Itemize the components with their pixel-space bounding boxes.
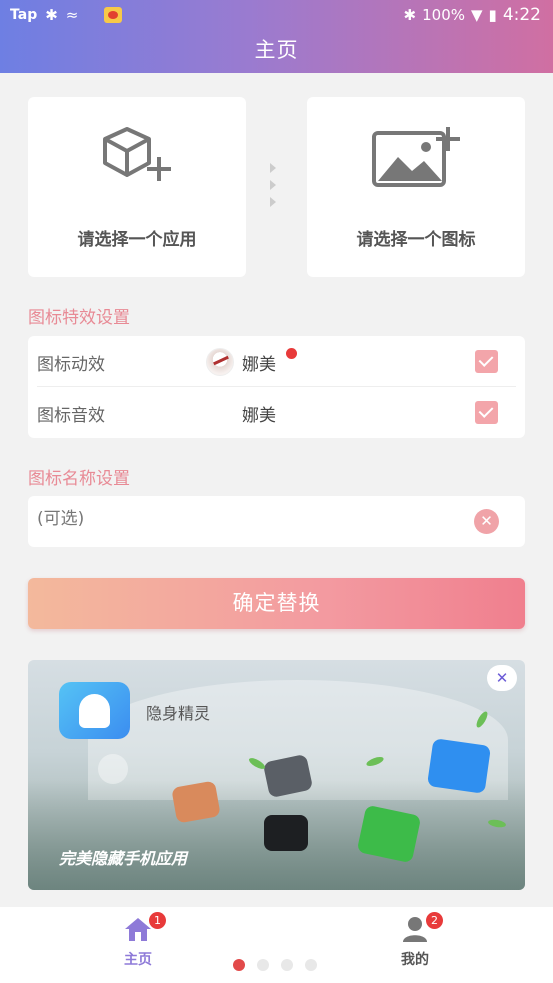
- page-dot: [305, 959, 317, 971]
- effects-card: 图标动效 娜美 图标音效 娜美: [28, 336, 525, 438]
- carrier-label: Tap: [10, 7, 38, 23]
- battery-percent: 100%: [422, 6, 465, 24]
- select-app-label: 请选择一个应用: [77, 230, 197, 250]
- select-icon-label: 请选择一个图标: [356, 230, 476, 250]
- sound-effect-row[interactable]: 图标音效 娜美: [28, 387, 525, 438]
- home-icon: 1: [123, 912, 166, 943]
- app-icon: [98, 754, 128, 784]
- close-icon[interactable]: ✕: [487, 665, 517, 691]
- sound-effect-value: 娜美: [242, 406, 276, 426]
- app-header: Tap ✱ ≈ ✱ 100% ▼ ▮ 4:22 主页: [0, 0, 553, 73]
- select-icon-card[interactable]: 请选择一个图标: [307, 97, 525, 277]
- wifi-icon: ≈: [65, 6, 79, 24]
- mine-badge: 2: [426, 912, 443, 929]
- ghost-app-icon: [59, 682, 130, 739]
- banner-slogan: 完美隐藏手机应用: [59, 849, 188, 868]
- bluetooth-icon: ✱: [403, 6, 417, 24]
- clear-icon[interactable]: ✕: [474, 509, 499, 534]
- animation-effect-checkbox[interactable]: [475, 350, 498, 373]
- sound-effect-label: 图标音效: [37, 406, 105, 426]
- home-badge: 1: [149, 912, 166, 929]
- nav-mine-label: 我的: [401, 952, 429, 968]
- add-image-icon: [372, 127, 460, 187]
- effects-section-title: 图标特效设置: [28, 308, 130, 328]
- battery-icon: ▮: [488, 6, 497, 24]
- confirm-replace-button[interactable]: 确定替换: [28, 578, 525, 629]
- clock: 4:22: [502, 5, 541, 25]
- page-dot: [281, 959, 293, 971]
- promo-banner[interactable]: 隐身精灵 ✕ 完美隐藏手机应用: [28, 660, 525, 890]
- nav-mine[interactable]: 2 我的: [375, 912, 455, 969]
- game-icon: [171, 780, 221, 824]
- app-icon: [264, 815, 308, 851]
- page-dot: [257, 959, 269, 971]
- arrow-indicator: [270, 163, 282, 214]
- weibo-icon: [104, 7, 123, 23]
- animation-effect-row[interactable]: 图标动效 娜美: [28, 336, 525, 387]
- select-app-card[interactable]: 请选择一个应用: [28, 97, 246, 277]
- signal-icon: ▼: [471, 6, 483, 24]
- nav-home[interactable]: 1 主页: [98, 912, 178, 969]
- page-title: 主页: [254, 38, 299, 62]
- new-dot: [286, 348, 297, 359]
- name-card: ✕: [28, 496, 525, 547]
- user-icon: 2: [400, 912, 443, 943]
- status-bar: Tap ✱ ≈ ✱ 100% ▼ ▮ 4:22: [0, 0, 553, 30]
- bottom-nav: 1 主页 2 我的: [0, 907, 553, 983]
- page-indicator: [233, 959, 317, 971]
- dingtalk-icon: [426, 738, 492, 794]
- nav-home-label: 主页: [124, 952, 152, 968]
- animation-effect-label: 图标动效: [37, 355, 105, 375]
- sound-effect-checkbox[interactable]: [475, 401, 498, 424]
- icon-name-input[interactable]: [37, 509, 437, 529]
- add-app-icon: [103, 127, 171, 181]
- name-section-title: 图标名称设置: [28, 469, 130, 489]
- page-dot: [233, 959, 245, 971]
- banner-app-name: 隐身精灵: [146, 704, 211, 723]
- animation-effect-value: 娜美: [242, 355, 276, 375]
- effect-avatar: [206, 348, 234, 376]
- bug-icon: ✱: [45, 6, 58, 24]
